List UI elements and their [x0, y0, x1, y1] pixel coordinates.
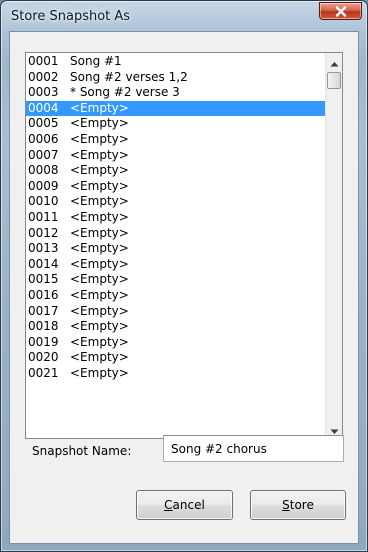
snapshot-list-item[interactable]: 0009 <Empty>: [26, 179, 325, 195]
arrow-up-icon: [330, 53, 339, 71]
snapshot-list-item[interactable]: 0010 <Empty>: [26, 194, 325, 210]
cancel-label: ancel: [172, 498, 205, 512]
snapshot-number: 0007: [28, 147, 59, 162]
snapshot-list-item[interactable]: 0014 <Empty>: [26, 257, 325, 273]
snapshot-name: <Empty>: [70, 319, 129, 334]
store-button[interactable]: Store: [250, 490, 346, 520]
snapshot-list-item[interactable]: 0017 <Empty>: [26, 304, 325, 320]
snapshot-name: <Empty>: [70, 350, 129, 365]
scroll-up-button[interactable]: [326, 53, 342, 70]
snapshot-list-item[interactable]: 0007 <Empty>: [26, 148, 325, 164]
snapshot-number: 0012: [28, 225, 59, 240]
snapshot-number: 0015: [28, 272, 59, 287]
dialog-window: Store Snapshot As 0001 Song #1 0002 Song #2…: [0, 0, 368, 552]
snapshot-name: <Empty>: [70, 256, 129, 271]
cancel-button[interactable]: Cancel: [136, 490, 233, 520]
snapshot-number: 0001: [28, 54, 59, 68]
snapshot-name: <Empty>: [70, 194, 129, 209]
snapshot-number: 0004: [28, 100, 59, 115]
dialog-client-area: 0001 Song #1 0002 Song #2 verses 1,2 0003 * S…: [9, 31, 359, 544]
snapshot-number: 0008: [28, 163, 59, 178]
snapshot-list-item[interactable]: 0003 * Song #2 verse 3: [26, 85, 325, 101]
snapshot-name: <Empty>: [70, 241, 129, 256]
snapshot-name: <Empty>: [70, 100, 129, 115]
snapshot-list-item[interactable]: 0011 <Empty>: [26, 210, 325, 226]
snapshot-name: <Empty>: [70, 225, 129, 240]
snapshot-name: <Empty>: [70, 163, 129, 178]
snapshot-name: <Empty>: [70, 116, 129, 131]
snapshot-number: 0011: [28, 209, 59, 224]
snapshot-name: <Empty>: [70, 178, 129, 193]
snapshot-number: 0018: [28, 319, 59, 334]
snapshot-number: 0010: [28, 194, 59, 209]
close-icon: [335, 5, 347, 17]
snapshot-name: <Empty>: [70, 272, 129, 287]
store-label: tore: [289, 498, 314, 512]
snapshot-number: 0020: [28, 350, 59, 365]
snapshot-name: <Empty>: [70, 131, 129, 146]
snapshot-list-item[interactable]: 0004 <Empty>: [26, 100, 325, 117]
window-title: Store Snapshot As: [11, 9, 131, 24]
snapshot-name-label: Snapshot Name:: [32, 444, 132, 458]
snapshot-name: <Empty>: [70, 303, 129, 318]
snapshot-number: 0005: [28, 116, 59, 131]
snapshot-name: <Empty>: [70, 287, 129, 302]
scroll-thumb[interactable]: [327, 72, 341, 89]
snapshot-list-item[interactable]: 0020 <Empty>: [26, 350, 325, 366]
snapshot-list-item[interactable]: 0002 Song #2 verses 1,2: [26, 70, 325, 86]
snapshot-number: 0014: [28, 256, 59, 271]
snapshot-list-item[interactable]: 0008 <Empty>: [26, 163, 325, 179]
snapshot-name-input[interactable]: [163, 435, 344, 462]
snapshot-name: <Empty>: [70, 147, 129, 162]
snapshot-number: 0003: [28, 85, 59, 100]
snapshot-listbox[interactable]: 0001 Song #1 0002 Song #2 verses 1,2 0003 * S…: [25, 52, 343, 439]
snapshot-number: 0006: [28, 131, 59, 146]
snapshot-list-item[interactable]: 0019 <Empty>: [26, 335, 325, 351]
snapshot-number: 0002: [28, 69, 59, 84]
snapshot-list-item[interactable]: 0021 <Empty>: [26, 366, 325, 382]
snapshot-list-item[interactable]: 0016 <Empty>: [26, 288, 325, 304]
close-button[interactable]: [319, 2, 362, 20]
title-bar[interactable]: Store Snapshot As: [1, 1, 367, 33]
snapshot-list-item[interactable]: 0006 <Empty>: [26, 132, 325, 148]
snapshot-number: 0016: [28, 287, 59, 302]
snapshot-name: <Empty>: [70, 365, 129, 380]
snapshot-name: Song #1: [70, 54, 122, 68]
snapshot-list-item[interactable]: 0013 <Empty>: [26, 241, 325, 257]
snapshot-name: * Song #2 verse 3: [70, 85, 180, 100]
snapshot-number: 0021: [28, 365, 59, 380]
snapshot-number: 0013: [28, 241, 59, 256]
snapshot-list-item[interactable]: 0015 <Empty>: [26, 272, 325, 288]
vertical-scrollbar[interactable]: [325, 53, 342, 438]
store-accelerator: S: [282, 498, 290, 512]
snapshot-list-item[interactable]: 0012 <Empty>: [26, 226, 325, 242]
snapshot-number: 0017: [28, 303, 59, 318]
snapshot-list-item[interactable]: 0018 <Empty>: [26, 319, 325, 335]
cancel-accelerator: C: [164, 498, 173, 512]
snapshot-name: <Empty>: [70, 209, 129, 224]
snapshot-name: Song #2 verses 1,2: [70, 69, 188, 84]
snapshot-list-item[interactable]: 0001 Song #1: [26, 54, 325, 70]
snapshot-number: 0009: [28, 178, 59, 193]
snapshot-list-item[interactable]: 0005 <Empty>: [26, 116, 325, 132]
snapshot-list: 0001 Song #1 0002 Song #2 verses 1,2 0003 * S…: [26, 54, 325, 438]
snapshot-name: <Empty>: [70, 334, 129, 349]
snapshot-number: 0019: [28, 334, 59, 349]
